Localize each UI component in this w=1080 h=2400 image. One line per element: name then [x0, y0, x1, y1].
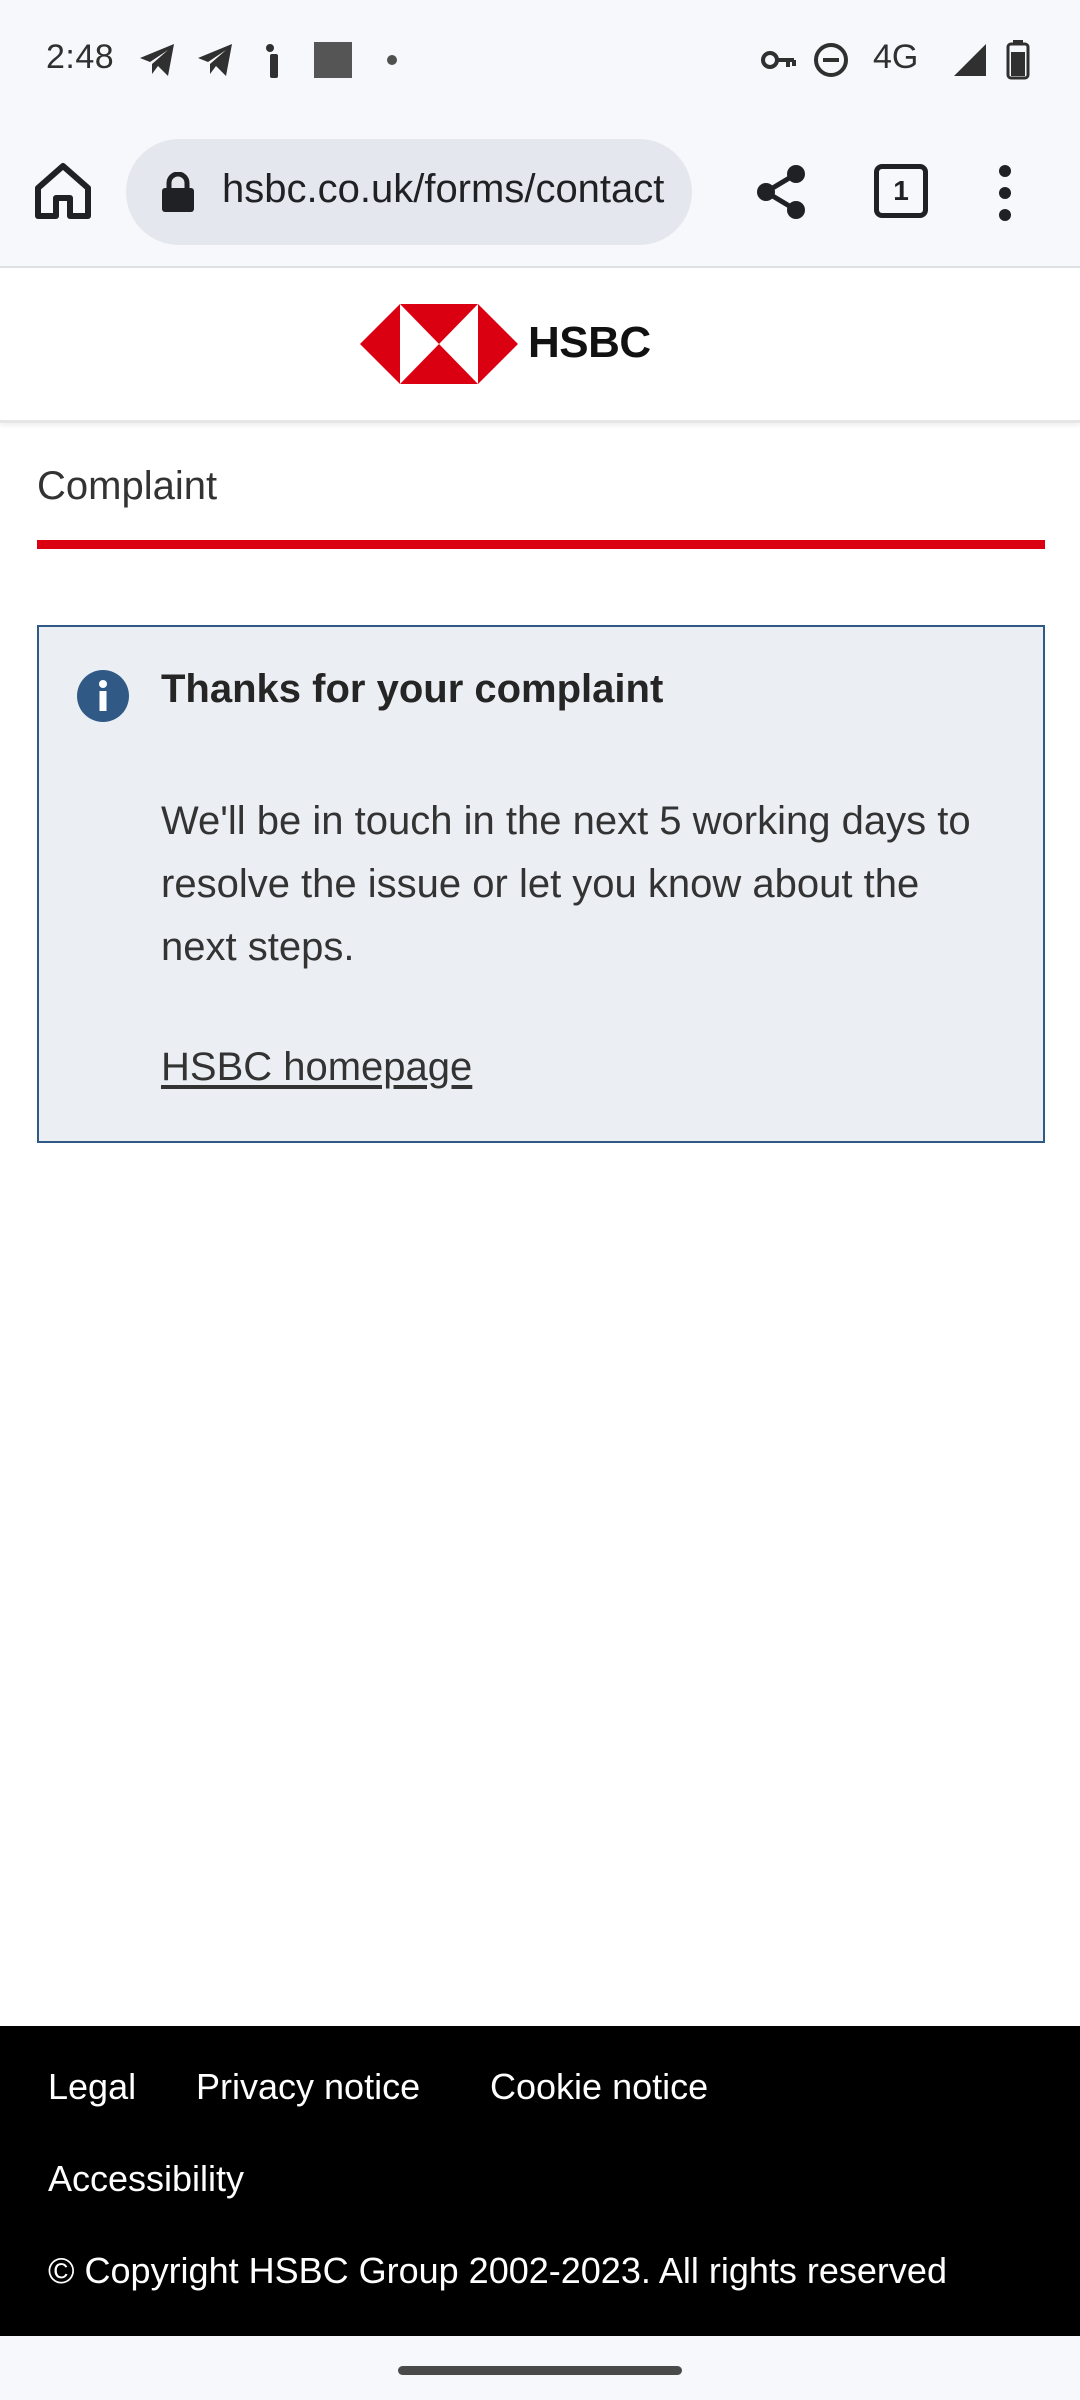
- notice-title: Thanks for your complaint: [161, 667, 664, 711]
- status-bar: 2:48 4G: [0, 0, 1080, 120]
- share-icon[interactable]: [752, 162, 812, 222]
- footer-link-cookie-notice[interactable]: Cookie notice: [490, 2066, 708, 2108]
- image-icon: [314, 42, 352, 78]
- gesture-handle[interactable]: [398, 2366, 682, 2375]
- tab-count[interactable]: 1: [874, 164, 928, 218]
- signal-icon: [954, 44, 986, 76]
- copyright-text: © Copyright HSBC Group 2002-2023. All ri…: [48, 2250, 947, 2291]
- page-title: Complaint: [37, 464, 218, 508]
- info-icon: [77, 670, 129, 722]
- site-footer: Legal Privacy notice Cookie notice Acces…: [0, 2026, 1080, 2336]
- title-divider: [37, 540, 1045, 549]
- do-not-disturb-icon: [814, 43, 848, 77]
- footer-link-privacy-notice[interactable]: Privacy notice: [196, 2066, 420, 2108]
- vpn-key-icon: [761, 51, 796, 69]
- battery-icon: [1006, 40, 1030, 80]
- dot-icon: [387, 55, 397, 65]
- telegram-icon: [140, 44, 174, 76]
- telegram-icon: [198, 44, 232, 76]
- hsbc-homepage-link[interactable]: HSBC homepage: [161, 1045, 472, 1090]
- footer-link-accessibility[interactable]: Accessibility: [48, 2158, 244, 2200]
- browser-toolbar: hsbc.co.uk/forms/contact 1: [0, 120, 1080, 268]
- home-icon[interactable]: [30, 158, 96, 224]
- notification-icon: [266, 44, 278, 78]
- site-header: HSBC: [0, 268, 1080, 423]
- footer-link-legal[interactable]: Legal: [48, 2066, 136, 2108]
- hsbc-logo-icon[interactable]: [360, 304, 518, 384]
- tab-switcher-button[interactable]: 1: [874, 164, 930, 220]
- address-bar[interactable]: hsbc.co.uk/forms/contact: [126, 139, 692, 245]
- brand-name[interactable]: HSBC: [528, 318, 651, 368]
- overflow-menu-icon[interactable]: [990, 160, 1020, 226]
- confirmation-notice: Thanks for your complaint We'll be in to…: [37, 625, 1045, 1143]
- system-icons: [761, 40, 1030, 80]
- notification-icons: [140, 42, 397, 78]
- system-navigation-bar: [0, 2336, 1080, 2400]
- lock-icon[interactable]: [160, 172, 196, 212]
- status-time: 2:48: [46, 38, 115, 76]
- url-text[interactable]: hsbc.co.uk/forms/contact: [222, 167, 682, 212]
- notice-body: We'll be in touch in the next 5 working …: [161, 799, 971, 969]
